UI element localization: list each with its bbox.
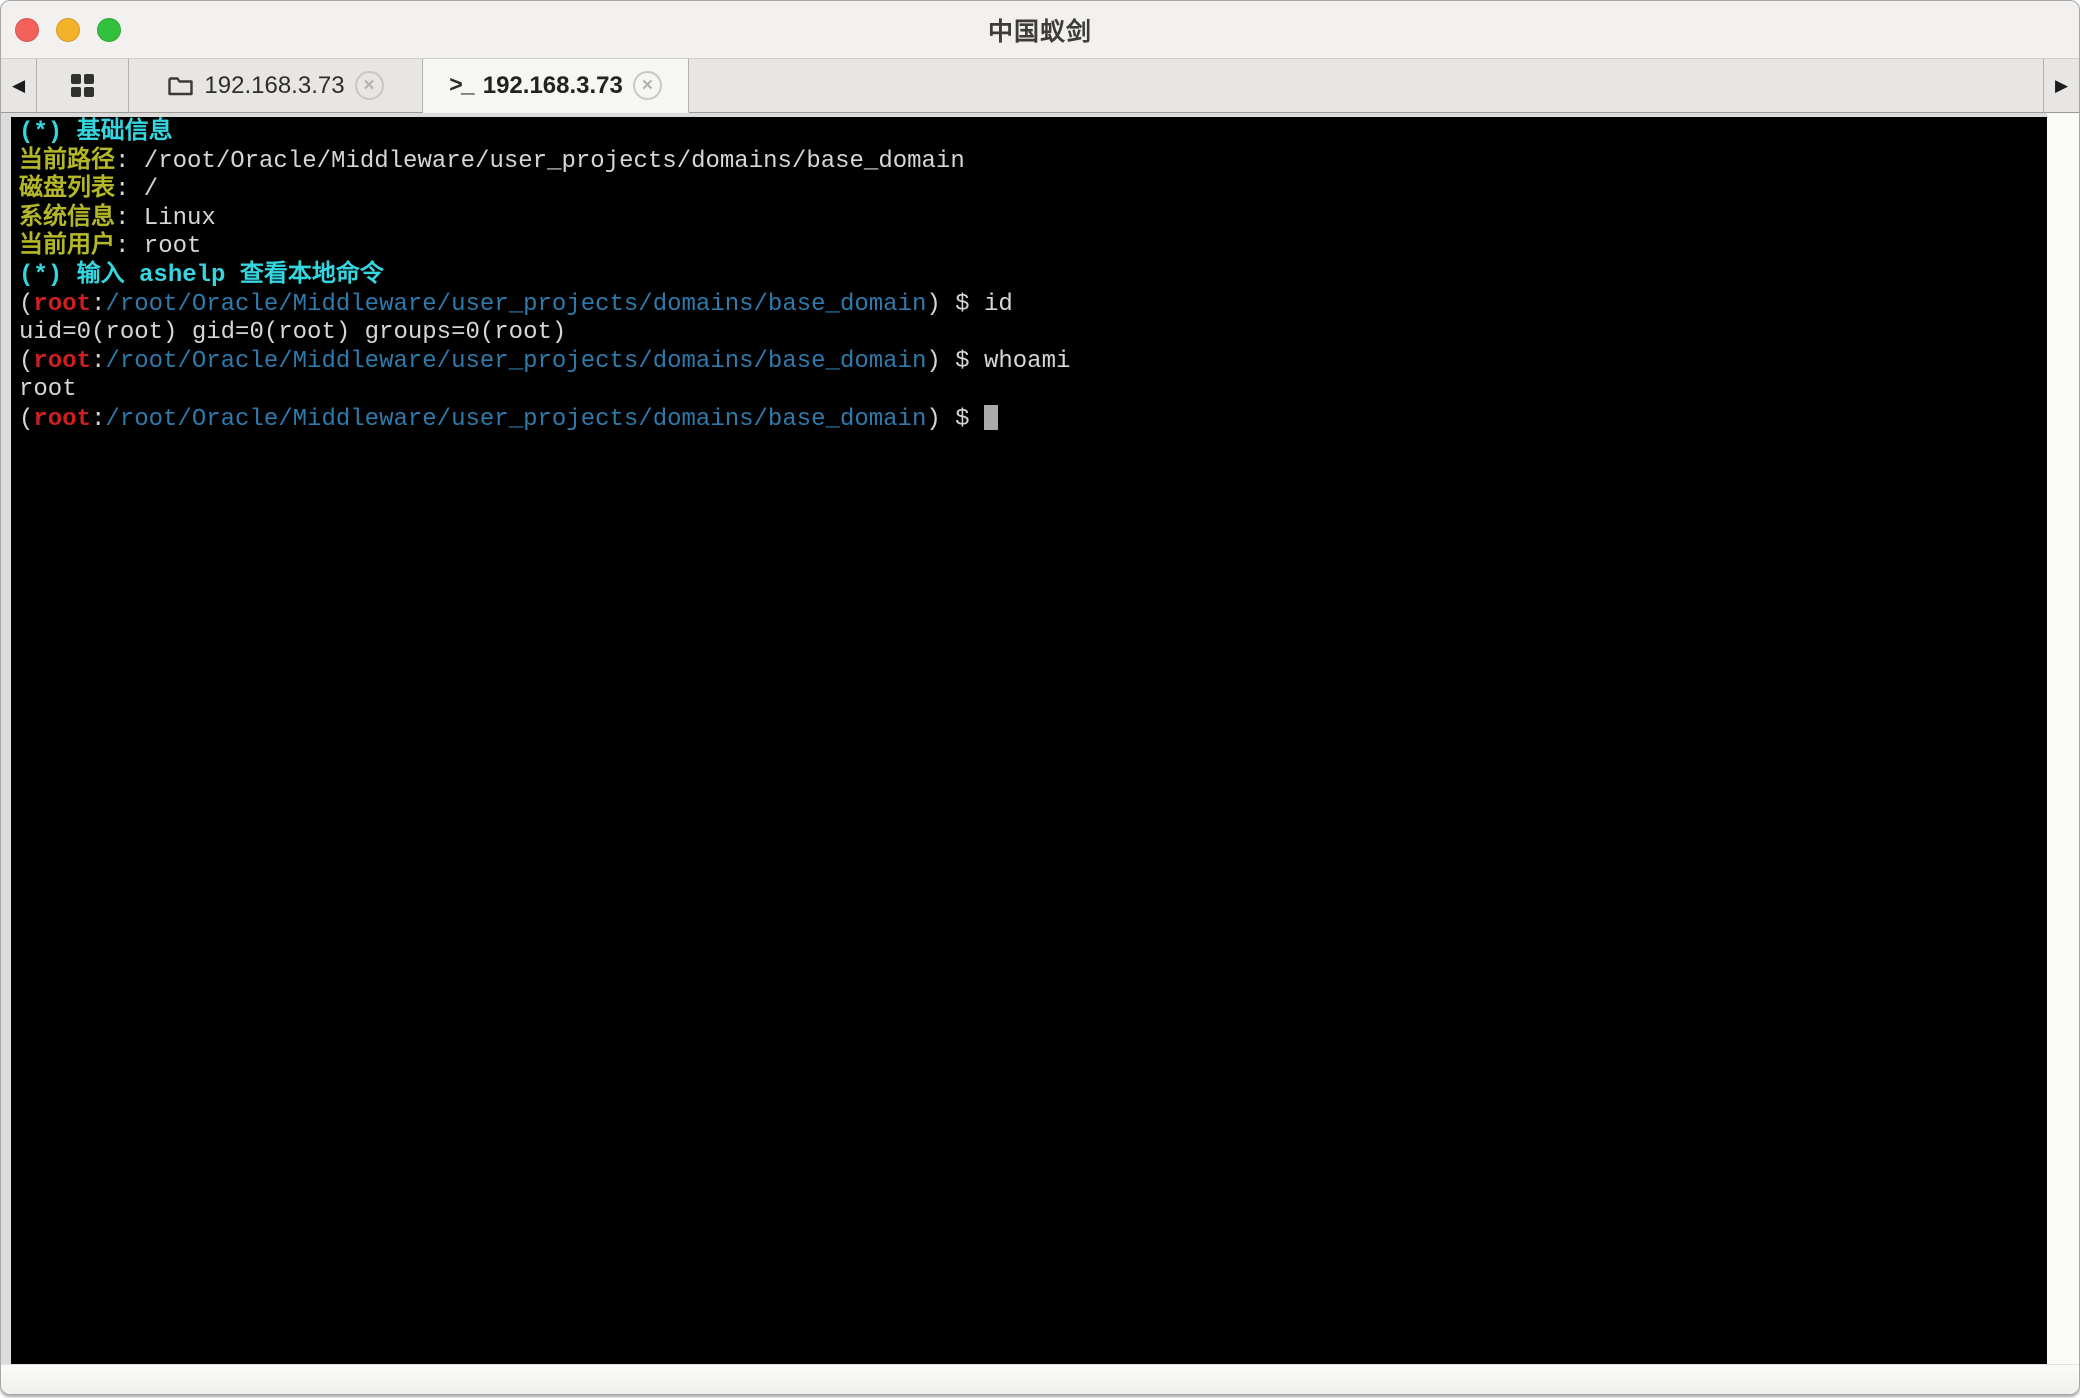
text-segment: : / <box>115 176 159 204</box>
text-segment: ) $ id <box>926 290 1013 318</box>
tab-scroll-left-button[interactable]: ◀ <box>1 59 37 113</box>
text-segment: 磁盘列表 <box>19 176 115 204</box>
folder-icon <box>168 77 194 96</box>
text-segment: : /root/Oracle/Middleware/user_projects/… <box>115 147 965 175</box>
text-segment: 当前用户 <box>19 233 115 261</box>
traffic-lights <box>15 1 121 58</box>
terminal[interactable]: (*) 基础信息 当前路径: /root/Oracle/Middleware/us… <box>11 117 2047 1364</box>
tab-scroll-right-button[interactable]: ▶ <box>2043 59 2079 113</box>
minimize-window-button[interactable] <box>56 17 80 42</box>
tab-filemanager-192-168-3-73[interactable]: 192.168.3.73 ✕ <box>129 59 423 113</box>
chevron-right-icon: ▶ <box>2054 76 2069 95</box>
text-segment: : <box>91 290 106 318</box>
text-segment: : <box>91 347 106 375</box>
tab-overview-button[interactable] <box>37 59 129 113</box>
terminal-cursor <box>983 404 998 430</box>
terminal-line: 磁盘列表: / <box>19 176 2039 205</box>
text-segment: 系统信息 <box>19 204 115 232</box>
text-segment: : Linux <box>115 204 216 232</box>
terminal-lines: (*) 基础信息 当前路径: /root/Oracle/Middleware/us… <box>19 119 2039 435</box>
terminal-icon: >_ <box>449 72 475 99</box>
tab-terminal-192-168-3-73[interactable]: >_ 192.168.3.73 ✕ <box>423 59 689 113</box>
terminal-left-gutter <box>1 113 11 1364</box>
text-segment: (*) 基础信息 <box>19 119 173 146</box>
terminal-line: root <box>19 376 2039 405</box>
terminal-line: (root:/root/Oracle/Middleware/user_proje… <box>19 348 2039 377</box>
text-segment: root <box>19 376 77 404</box>
text-segment: ( <box>19 347 34 375</box>
status-bar <box>1 1364 2079 1394</box>
scrollbar-track[interactable] <box>2047 113 2079 1364</box>
terminal-line: (root:/root/Oracle/Middleware/user_proje… <box>19 291 2039 320</box>
grid-icon <box>71 74 94 97</box>
terminal-line: 当前用户: root <box>19 233 2039 262</box>
text-segment: /root/Oracle/Middleware/user_projects/do… <box>105 290 927 318</box>
text-segment: /root/Oracle/Middleware/user_projects/do… <box>105 347 927 375</box>
window-title: 中国蚁剑 <box>987 17 1092 46</box>
text-segment: root <box>33 290 92 318</box>
text-segment: 当前路径 <box>19 147 115 175</box>
terminal-line: 当前路径: /root/Oracle/Middleware/user_proje… <box>19 148 2039 177</box>
text-segment: uid=0(root) gid=0(root) groups=0(root) <box>19 319 567 347</box>
text-segment: ) $ <box>926 405 984 433</box>
content-area: (*) 基础信息 当前路径: /root/Oracle/Middleware/us… <box>1 113 2079 1364</box>
text-segment: ( <box>19 405 34 433</box>
close-window-button[interactable] <box>15 17 39 42</box>
tab-label: 192.168.3.73 <box>204 71 345 99</box>
title-bar: 中国蚁剑 <box>1 1 2079 59</box>
text-segment: : <box>91 405 106 433</box>
text-segment: ( <box>19 290 34 318</box>
terminal-line: uid=0(root) gid=0(root) groups=0(root) <box>19 319 2039 348</box>
terminal-line: 系统信息: Linux <box>19 205 2039 234</box>
terminal-line: (*) 基础信息 <box>19 119 2039 148</box>
zoom-window-button[interactable] <box>97 17 121 42</box>
close-tab-icon[interactable]: ✕ <box>354 71 384 100</box>
chevron-left-icon: ◀ <box>11 76 26 95</box>
tab-label: 192.168.3.73 <box>482 71 623 99</box>
text-segment: : root <box>115 233 202 261</box>
text-segment: ) $ whoami <box>926 347 1071 375</box>
text-segment: /root/Oracle/Middleware/user_projects/do… <box>105 405 927 433</box>
antsword-window: 中国蚁剑 ◀ 192.168.3.73 ✕ >_ 192.168.3.73 ✕ … <box>0 0 2080 1395</box>
text-segment: root <box>33 347 92 375</box>
terminal-line: (root:/root/Oracle/Middleware/user_proje… <box>19 404 2039 435</box>
terminal-line: (*) 输入 ashelp 查看本地命令 <box>19 262 2039 291</box>
text-segment: root <box>33 405 92 433</box>
tab-bar-empty-space <box>689 59 2043 113</box>
tab-bar: ◀ 192.168.3.73 ✕ >_ 192.168.3.73 ✕ ▶ <box>1 59 2079 113</box>
close-tab-icon[interactable]: ✕ <box>632 71 662 100</box>
text-segment: (*) 输入 ashelp 查看本地命令 <box>19 261 384 289</box>
